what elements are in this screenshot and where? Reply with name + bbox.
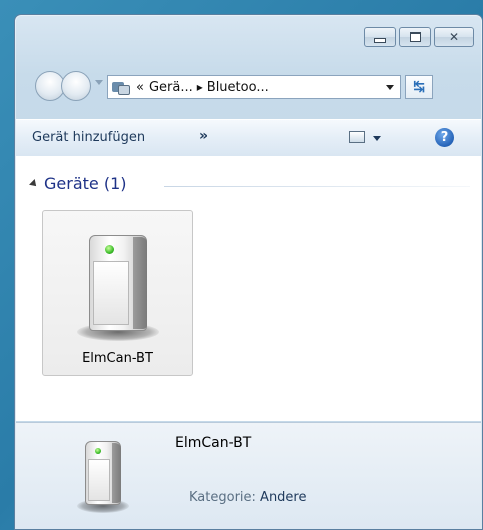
- close-icon: ✕: [448, 30, 460, 44]
- minimize-button[interactable]: [364, 27, 396, 47]
- details-category: Kategorie: Andere: [189, 490, 307, 505]
- category-value: Andere: [260, 490, 307, 505]
- refresh-icon: ↹: [413, 79, 425, 95]
- caption-buttons: ✕: [364, 27, 474, 47]
- group-title: Geräte (1): [44, 174, 127, 193]
- navigation-row: « Gerä... ▸ Bluetoo... ↹: [35, 69, 475, 103]
- add-device-button[interactable]: Gerät hinzufügen: [32, 130, 145, 145]
- breadcrumb-overflow[interactable]: «: [136, 80, 144, 95]
- tower-device-icon: [77, 223, 159, 341]
- address-dropdown-icon[interactable]: [386, 84, 394, 90]
- help-button[interactable]: ?: [435, 128, 454, 147]
- devices-folder-icon: [112, 79, 132, 95]
- device-list-pane: Geräte (1) ElmCan-BT: [16, 156, 481, 421]
- breadcrumb-separator-icon[interactable]: ▸: [197, 80, 203, 94]
- breadcrumb-devices[interactable]: Gerä...: [149, 80, 193, 95]
- recent-pages-dropdown[interactable]: [95, 80, 103, 85]
- details-pane: ElmCan-BT Kategorie: Andere: [16, 422, 481, 529]
- address-bar[interactable]: « Gerä... ▸ Bluetoo...: [107, 75, 401, 99]
- category-label: Kategorie:: [189, 490, 256, 505]
- device-name-label: ElmCan-BT: [82, 351, 153, 366]
- more-commands-button[interactable]: »: [199, 128, 208, 144]
- details-device-name: ElmCan-BT: [175, 435, 252, 451]
- group-header[interactable]: Geräte (1): [29, 174, 127, 193]
- forward-button[interactable]: [61, 71, 91, 101]
- change-view-icon[interactable]: [349, 131, 365, 143]
- group-divider: [164, 186, 470, 187]
- device-tile[interactable]: ElmCan-BT: [42, 210, 193, 376]
- breadcrumb-bluetooth[interactable]: Bluetoo...: [207, 80, 269, 95]
- command-bar: Gerät hinzufügen » ?: [16, 119, 481, 157]
- explorer-window: ✕ « Gerä... ▸ Bluetoo... ↹ Gerät hinzufü…: [14, 14, 483, 530]
- close-button[interactable]: ✕: [434, 27, 474, 47]
- collapse-triangle-icon[interactable]: [29, 178, 39, 189]
- refresh-button[interactable]: ↹: [405, 75, 433, 99]
- maximize-icon: [409, 32, 421, 42]
- view-options-dropdown-icon[interactable]: [373, 136, 381, 141]
- minimize-icon: [374, 37, 386, 43]
- tower-device-icon: [77, 435, 129, 515]
- maximize-button[interactable]: [399, 27, 431, 47]
